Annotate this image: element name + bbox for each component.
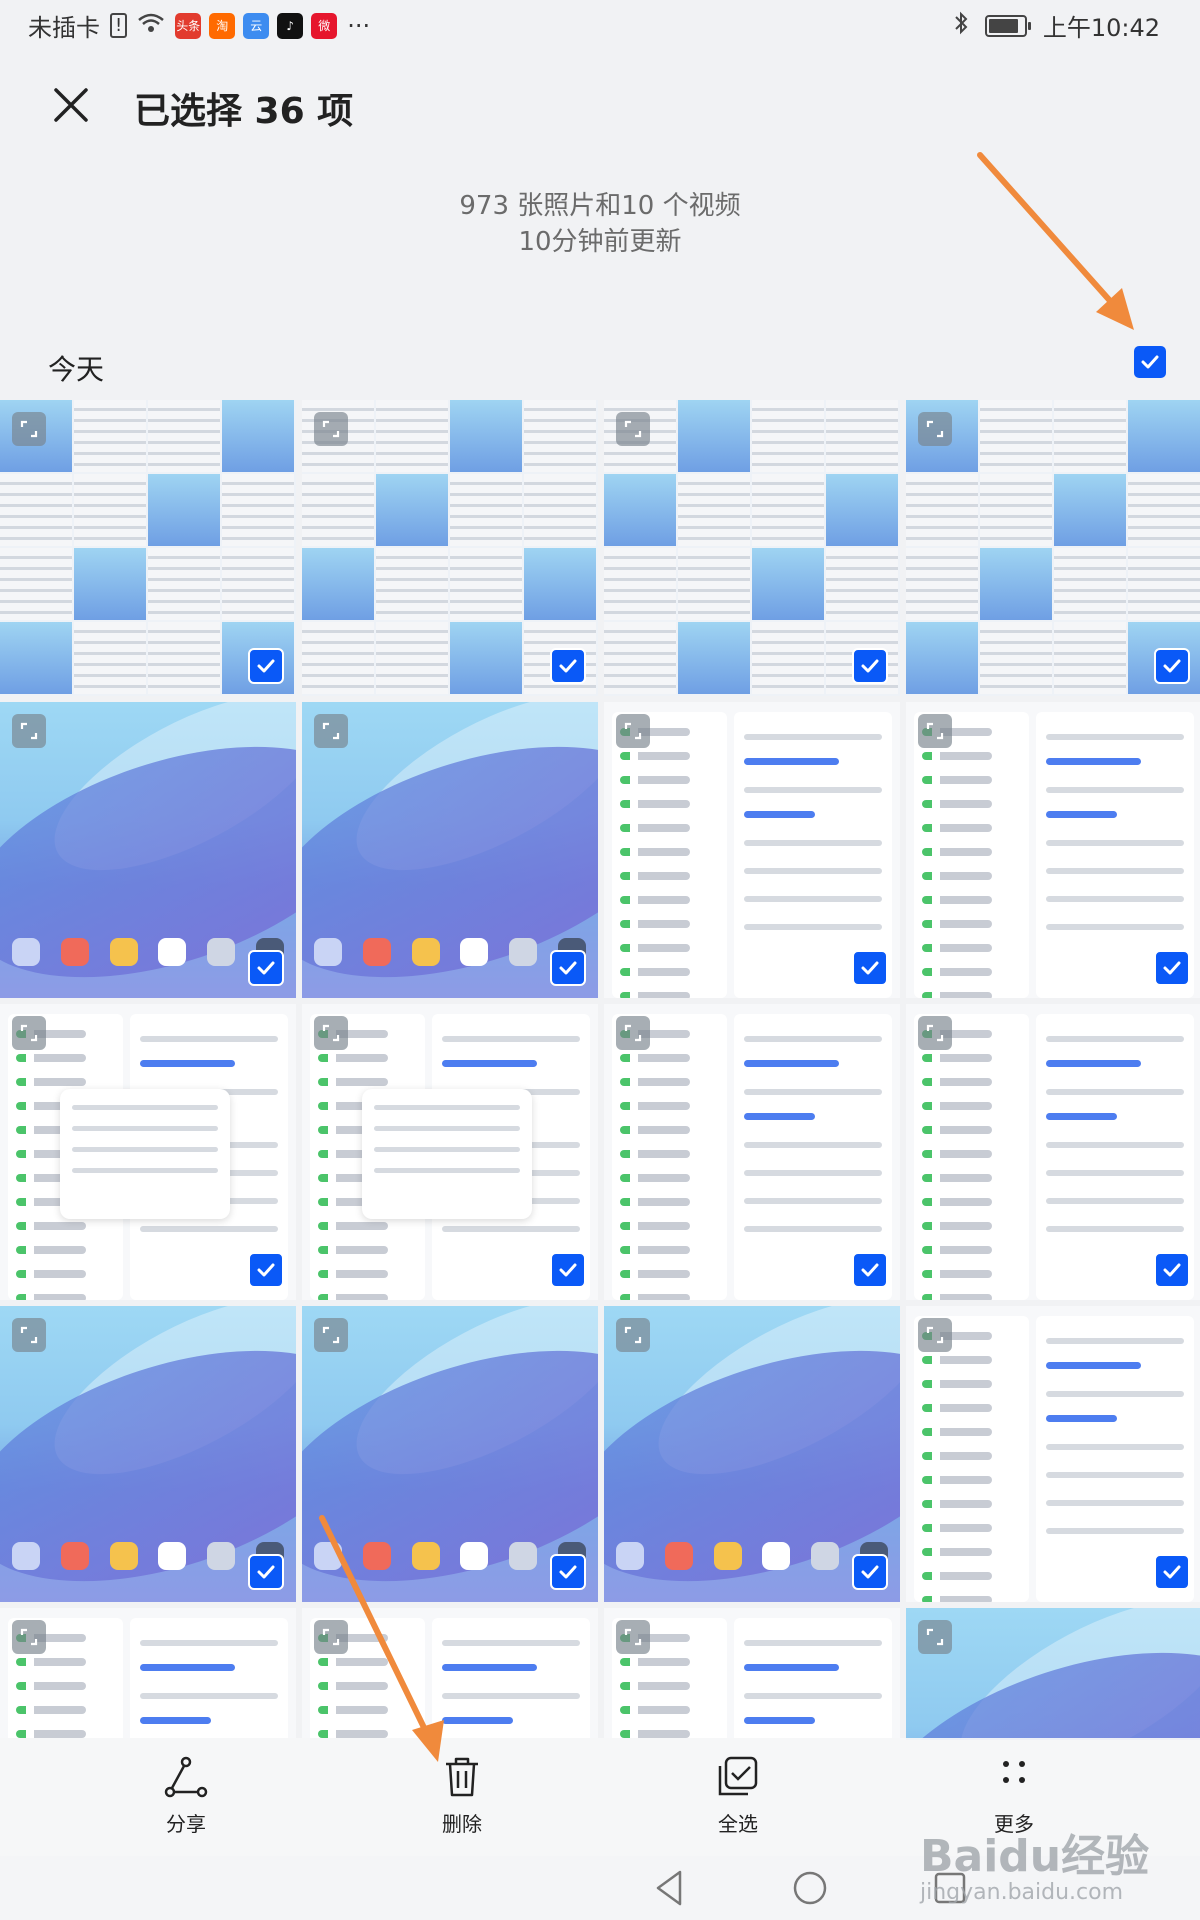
select-all-button[interactable]: 全选 <box>678 1756 798 1837</box>
photo-grid <box>0 400 1200 1740</box>
photo-type-icon <box>314 412 348 446</box>
photo-type-icon <box>918 1016 952 1050</box>
page-title: 已选择 36 项 <box>134 91 354 132</box>
selected-checkbox[interactable] <box>852 648 888 684</box>
photo-type-icon <box>616 1620 650 1654</box>
taobao-icon: 淘 <box>209 12 236 39</box>
photo-thumbnail[interactable] <box>604 702 900 998</box>
home-button[interactable] <box>790 1868 830 1912</box>
selected-checkbox[interactable] <box>1154 1554 1190 1590</box>
status-left: 未插卡 ! 头条淘云 ♪ 微 ··· <box>28 8 370 43</box>
share-icon <box>164 1756 208 1798</box>
douyin-icon: ♪ <box>277 12 304 39</box>
status-bar: 未插卡 ! 头条淘云 ♪ 微 ··· 上午10:42 <box>0 0 1200 50</box>
watermark-url: jingyan.baidu.com <box>920 1880 1124 1905</box>
photo-type-icon <box>314 1318 348 1352</box>
section-title-today: 今天 <box>48 353 105 386</box>
baidu-jingyan-watermark: Baidu经验 jingyan.baidu.com <box>920 1820 1149 1905</box>
photo-thumbnail[interactable] <box>302 1608 598 1740</box>
trash-icon <box>446 1757 478 1797</box>
selected-checkbox[interactable] <box>248 950 284 986</box>
carrier-label: 未插卡 <box>28 14 100 42</box>
photo-thumbnail[interactable] <box>0 400 296 696</box>
home-icon <box>793 1871 827 1905</box>
selected-checkbox[interactable] <box>1154 1252 1190 1288</box>
delete-label: 删除 <box>442 1812 482 1836</box>
select-all-icon <box>718 1756 758 1796</box>
wifi-icon <box>137 12 165 40</box>
notification-app-icons: 头条淘云 ♪ 微 <box>175 12 338 39</box>
photo-type-icon <box>918 1620 952 1654</box>
photo-type-icon <box>616 1318 650 1352</box>
more-icon <box>1003 1761 1025 1783</box>
photo-type-icon <box>12 1318 46 1352</box>
photo-thumbnail[interactable] <box>302 400 598 696</box>
toutiao-icon: 头条 <box>175 12 202 39</box>
selected-checkbox[interactable] <box>248 648 284 684</box>
close-icon <box>54 88 88 122</box>
photo-thumbnail[interactable] <box>604 1608 900 1740</box>
more-notifications: ··· <box>347 11 371 40</box>
photo-type-icon <box>314 1620 348 1654</box>
status-right: 上午10:42 <box>953 8 1160 43</box>
photo-type-icon <box>918 412 952 446</box>
album-summary: 973 张照片和10 个视频 10分钟前更新 <box>0 188 1200 260</box>
photo-video-count: 973 张照片和10 个视频 <box>459 191 741 221</box>
photo-thumbnail[interactable] <box>906 400 1200 696</box>
photo-type-icon <box>12 1016 46 1050</box>
back-icon <box>656 1870 682 1906</box>
selected-checkbox[interactable] <box>248 1252 284 1288</box>
photo-thumbnail[interactable] <box>906 1608 1200 1740</box>
bluetooth-icon <box>953 11 969 41</box>
weibo-icon: 微 <box>311 12 338 39</box>
photo-thumbnail[interactable] <box>302 1306 598 1602</box>
photo-thumbnail[interactable] <box>0 1608 296 1740</box>
selected-checkbox[interactable] <box>550 648 586 684</box>
updated-time: 10分钟前更新 <box>518 227 682 257</box>
watermark-brand: Baidu经验 <box>920 1831 1150 1882</box>
photo-type-icon <box>616 412 650 446</box>
photo-type-icon <box>314 714 348 748</box>
photo-thumbnail[interactable] <box>302 1004 598 1300</box>
select-all-label: 全选 <box>718 1812 758 1836</box>
delete-button[interactable]: 删除 <box>402 1756 522 1837</box>
share-label: 分享 <box>166 1812 206 1836</box>
photo-type-icon <box>314 1016 348 1050</box>
photo-type-icon <box>918 1318 952 1352</box>
sim-icon: ! <box>110 13 128 38</box>
photo-type-icon <box>12 714 46 748</box>
selected-checkbox[interactable] <box>852 950 888 986</box>
selected-checkbox[interactable] <box>550 950 586 986</box>
share-button[interactable]: 分享 <box>126 1756 246 1837</box>
photo-type-icon <box>12 412 46 446</box>
battery-icon <box>984 14 1031 37</box>
selected-checkbox[interactable] <box>1154 648 1190 684</box>
photo-thumbnail[interactable] <box>302 702 598 998</box>
photo-thumbnail[interactable] <box>0 1306 296 1602</box>
photo-thumbnail[interactable] <box>604 1004 900 1300</box>
close-selection-button[interactable] <box>46 80 96 130</box>
clock: 上午10:42 <box>1042 14 1160 42</box>
photo-type-icon <box>12 1620 46 1654</box>
back-button[interactable] <box>652 1868 686 1912</box>
select-all-today-checkbox[interactable] <box>1134 346 1166 378</box>
photo-thumbnail[interactable] <box>604 400 900 696</box>
selected-checkbox[interactable] <box>248 1554 284 1590</box>
photo-thumbnail[interactable] <box>906 702 1200 998</box>
photo-type-icon <box>616 714 650 748</box>
selected-checkbox[interactable] <box>852 1252 888 1288</box>
photo-thumbnail[interactable] <box>906 1004 1200 1300</box>
selected-checkbox[interactable] <box>550 1252 586 1288</box>
selected-checkbox[interactable] <box>1154 950 1190 986</box>
selected-checkbox[interactable] <box>852 1554 888 1590</box>
checkmark-icon <box>1141 355 1159 369</box>
photo-thumbnail[interactable] <box>0 1004 296 1300</box>
photo-type-icon <box>918 714 952 748</box>
baidu-netdisk-icon: 云 <box>243 12 270 39</box>
photo-thumbnail[interactable] <box>604 1306 900 1602</box>
photo-thumbnail[interactable] <box>0 702 296 998</box>
selected-checkbox[interactable] <box>550 1554 586 1590</box>
photo-thumbnail[interactable] <box>906 1306 1200 1602</box>
photo-type-icon <box>616 1016 650 1050</box>
